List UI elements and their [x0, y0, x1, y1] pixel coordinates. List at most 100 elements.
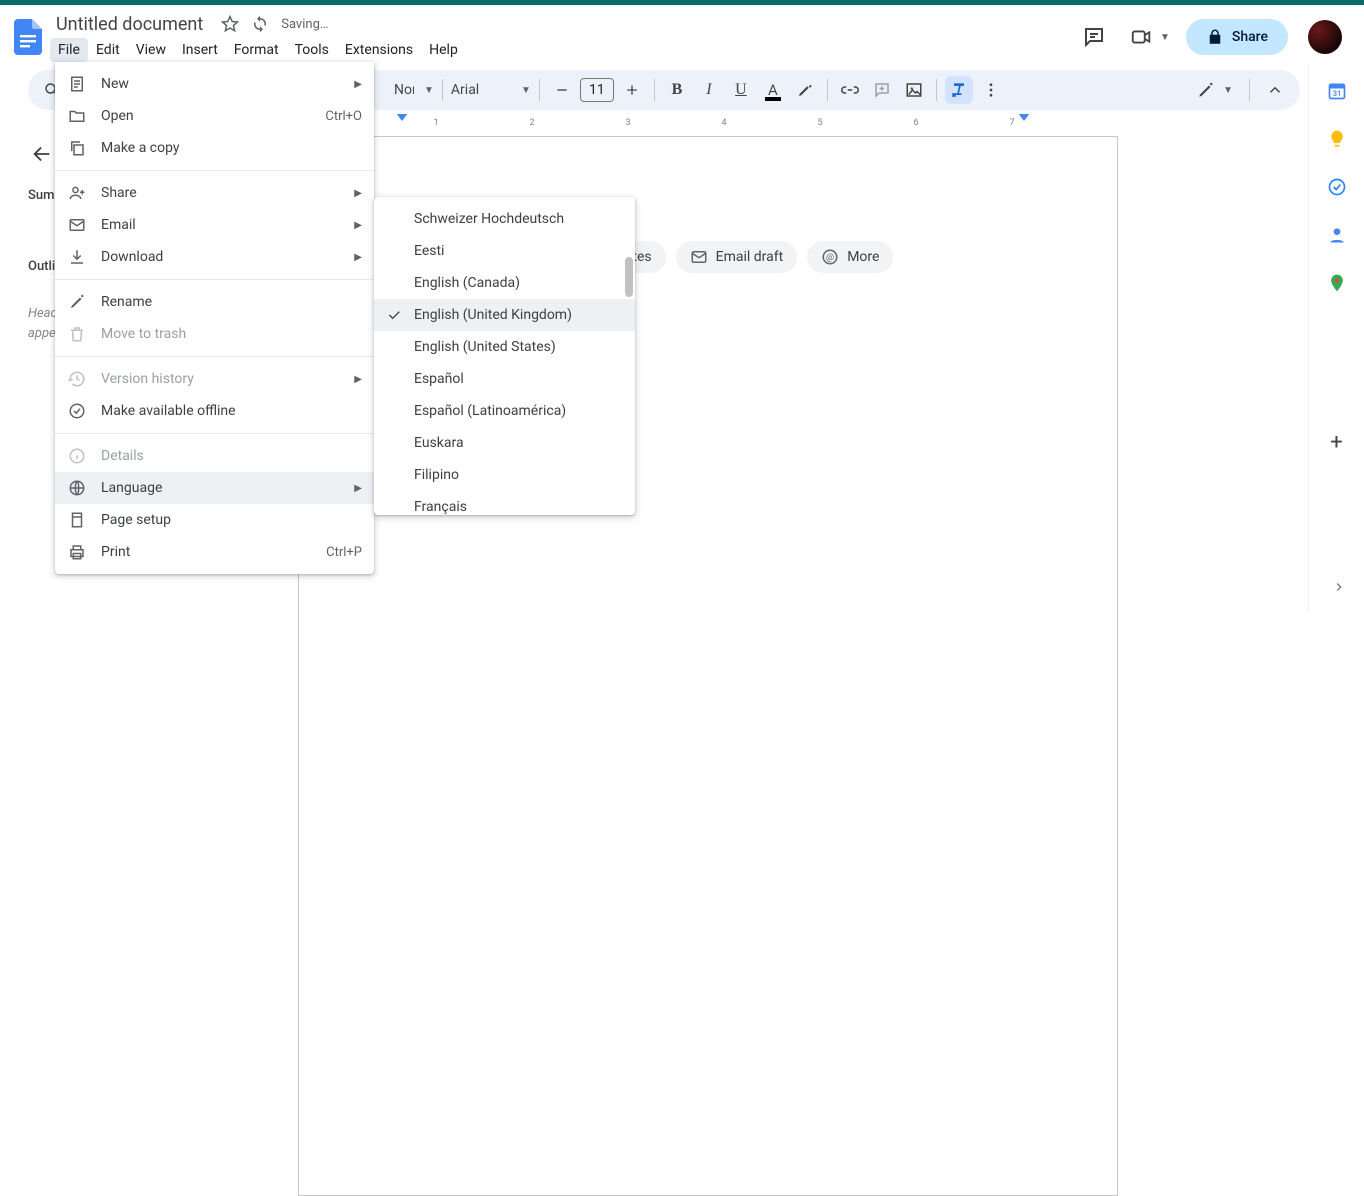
suggestion-chip[interactable]: @More: [807, 241, 893, 273]
maps-icon[interactable]: [1327, 273, 1347, 293]
history-icon: [67, 369, 87, 389]
more-icon[interactable]: [977, 76, 1005, 104]
sync-icon: [251, 15, 269, 33]
menubar-item-edit[interactable]: Edit: [88, 38, 128, 62]
side-rail: 31 +: [1308, 63, 1364, 612]
docs-logo-icon[interactable]: [8, 17, 48, 57]
menu-item-email[interactable]: Email▶: [55, 209, 374, 241]
star-icon[interactable]: [221, 15, 239, 33]
menu-item-download[interactable]: Download▶: [55, 241, 374, 273]
language-option[interactable]: Français: [374, 491, 635, 515]
info-icon: [67, 446, 87, 466]
menu-item-move-to-trash: Move to trash: [55, 318, 374, 350]
font-size-input[interactable]: 11: [580, 78, 614, 102]
chip-icon: [690, 248, 708, 266]
tasks-icon[interactable]: [1327, 177, 1347, 197]
globe-icon: [67, 478, 87, 498]
language-option[interactable]: Filipino: [374, 459, 635, 491]
editing-mode-dropdown[interactable]: ▼: [1191, 77, 1239, 103]
decrease-font-icon[interactable]: [548, 76, 576, 104]
language-submenu: Schweizer HochdeutschEestiEnglish (Canad…: [374, 197, 635, 515]
ruler-tick: 6: [868, 118, 964, 128]
submenu-arrow-icon: ▶: [354, 220, 362, 231]
menubar-item-view[interactable]: View: [128, 38, 174, 62]
chip-icon: @: [821, 248, 839, 266]
menu-item-make-available-offline[interactable]: Make available offline: [55, 395, 374, 427]
language-option[interactable]: Schweizer Hochdeutsch: [374, 203, 635, 235]
language-option[interactable]: Español (Latinoamérica): [374, 395, 635, 427]
italic-icon[interactable]: I: [695, 76, 723, 104]
app-header: Untitled document Saving… FileEditViewIn…: [0, 5, 1364, 63]
calendar-icon[interactable]: 31: [1327, 81, 1347, 101]
keep-icon[interactable]: [1327, 129, 1347, 149]
add-comment-icon[interactable]: [868, 76, 896, 104]
comments-history-icon[interactable]: [1074, 17, 1114, 57]
insert-link-icon[interactable]: [836, 76, 864, 104]
menubar-item-format[interactable]: Format: [226, 38, 287, 62]
text-color-icon[interactable]: A: [759, 76, 787, 104]
menu-item-new[interactable]: New▶: [55, 68, 374, 100]
submenu-arrow-icon: ▶: [354, 79, 362, 90]
submenu-arrow-icon: ▶: [354, 374, 362, 385]
copy-icon: [67, 138, 87, 158]
ruler-tick: 4: [676, 118, 772, 128]
menu-item-open[interactable]: OpenCtrl+O: [55, 100, 374, 132]
ruler-tick: 2: [484, 118, 580, 128]
language-option[interactable]: English (United Kingdom): [374, 299, 635, 331]
submenu-arrow-icon: ▶: [354, 188, 362, 199]
download-icon: [67, 247, 87, 267]
language-option[interactable]: English (Canada): [374, 267, 635, 299]
menubar-item-insert[interactable]: Insert: [174, 38, 226, 62]
get-addons-icon[interactable]: +: [1317, 422, 1357, 462]
ruler-tick: 5: [772, 118, 868, 128]
doc-title[interactable]: Untitled document: [50, 12, 209, 37]
submenu-arrow-icon: ▶: [354, 252, 362, 263]
submenu-arrow-icon: ▶: [354, 483, 362, 494]
menubar-item-tools[interactable]: Tools: [287, 38, 337, 62]
offline-icon: [67, 401, 87, 421]
indent-marker-left-icon[interactable]: [396, 114, 408, 127]
doc-icon: [67, 74, 87, 94]
close-outline-icon[interactable]: [28, 140, 56, 168]
menubar-item-extensions[interactable]: Extensions: [337, 38, 421, 62]
menu-item-page-setup[interactable]: Page setup: [55, 504, 374, 536]
collapse-toolbar-icon[interactable]: [1260, 75, 1290, 105]
insert-image-icon[interactable]: [900, 76, 928, 104]
file-menu: New▶OpenCtrl+OMake a copy Share▶Email▶Dow…: [55, 62, 374, 574]
language-option[interactable]: Español: [374, 363, 635, 395]
menubar-item-file[interactable]: File: [50, 38, 88, 62]
account-avatar[interactable]: [1308, 20, 1342, 54]
svg-text:@: @: [826, 253, 834, 263]
bold-icon[interactable]: B: [663, 76, 691, 104]
menu-item-language[interactable]: Language▶: [55, 472, 374, 504]
menu-item-print[interactable]: PrintCtrl+P: [55, 536, 374, 568]
underline-icon[interactable]: U: [727, 76, 755, 104]
mail-icon: [67, 215, 87, 235]
language-option[interactable]: English (United States): [374, 331, 635, 363]
language-option[interactable]: Euskara: [374, 427, 635, 459]
ruler-tick: 7: [964, 118, 1060, 128]
menu-item-rename[interactable]: Rename: [55, 286, 374, 318]
paragraph-style-dropdown[interactable]: Normal text▼: [394, 82, 434, 98]
print-icon: [67, 542, 87, 562]
suggestion-chip[interactable]: Email draft: [676, 241, 798, 273]
caret-down-icon: ▼: [1160, 32, 1170, 43]
meet-button[interactable]: ▼: [1130, 17, 1170, 57]
menu-item-version-history: Version history▶: [55, 363, 374, 395]
indent-marker-right-icon[interactable]: [1018, 114, 1030, 127]
language-option[interactable]: Eesti: [374, 235, 635, 267]
menu-item-share[interactable]: Share▶: [55, 177, 374, 209]
font-family-dropdown[interactable]: Arial▼: [451, 82, 531, 98]
folder-icon: [67, 106, 87, 126]
saving-status: Saving…: [281, 17, 328, 32]
ruler-tick: 3: [580, 118, 676, 128]
hide-side-panel-icon[interactable]: [1332, 580, 1346, 594]
clear-formatting-icon[interactable]: [945, 76, 973, 104]
contacts-icon[interactable]: [1327, 225, 1347, 245]
menubar-item-help[interactable]: Help: [421, 38, 466, 62]
increase-font-icon[interactable]: [618, 76, 646, 104]
share-button[interactable]: Share: [1186, 19, 1288, 55]
svg-text:31: 31: [1332, 89, 1341, 98]
highlight-icon[interactable]: [791, 76, 819, 104]
menu-item-make-a-copy[interactable]: Make a copy: [55, 132, 374, 164]
